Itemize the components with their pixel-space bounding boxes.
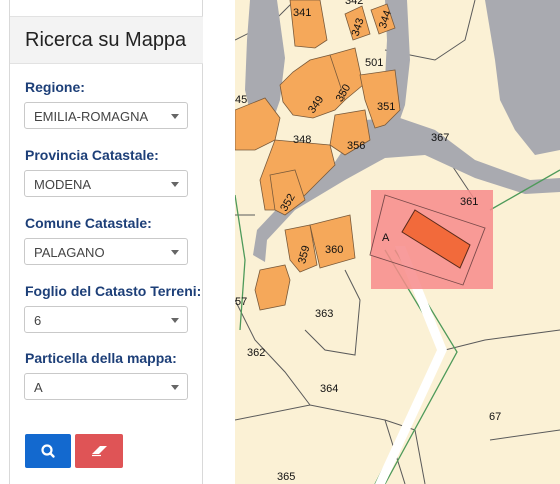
panel-header: Ricerca su Mappa [10,16,203,64]
parcel-67: 67 [489,411,501,423]
parcel-57: 57 [235,296,247,308]
eraser-icon [92,446,107,457]
cadastral-map[interactable]: 341 342 343 344 501 350 349 351 45 348 3… [235,0,560,484]
regione-value: EMILIA-ROMAGNA [34,109,149,124]
parcel-367: 367 [431,132,449,144]
comune-select[interactable]: PALAGANO [24,238,188,265]
search-button[interactable] [25,434,71,468]
foglio-value: 6 [34,313,42,328]
parcel-365: 365 [277,471,295,483]
map-canvas: 341 342 343 344 501 350 349 351 45 348 3… [235,0,560,484]
parcel-501: 501 [365,57,383,69]
provincia-select[interactable]: MODENA [24,170,188,197]
panel-title: Ricerca su Mappa [25,29,187,51]
clear-button[interactable] [75,434,123,468]
regione-label: Regione: [25,79,85,95]
chevron-down-icon [171,114,179,119]
regione-select[interactable]: EMILIA-ROMAGNA [24,102,188,129]
parcel-351: 351 [377,101,395,113]
chevron-down-icon [171,182,179,187]
search-icon [41,444,55,458]
particella-label: Particella della mappa: [25,350,177,366]
particella-select[interactable]: A [24,373,188,400]
search-panel: Ricerca su Mappa Regione: EMILIA-ROMAGNA… [9,0,203,484]
parcel-363: 363 [315,308,333,320]
chevron-down-icon [171,385,179,390]
parcel-364: 364 [320,383,338,395]
parcel-341: 341 [293,7,311,19]
provincia-value: MODENA [34,177,92,192]
parcel-362: 362 [247,347,265,359]
chevron-down-icon [171,318,179,323]
parcel-342: 342 [345,0,363,7]
particella-value: A [34,380,43,395]
parcel-361: 361 [460,196,478,208]
parcel-356: 356 [347,140,365,152]
panel-gutter [203,0,235,484]
chevron-down-icon [171,250,179,255]
parcel-348: 348 [293,134,311,146]
parcel-45: 45 [235,94,247,106]
foglio-select[interactable]: 6 [24,306,188,333]
parcel-360: 360 [325,244,343,256]
provincia-label: Provincia Catastale: [25,147,159,163]
foglio-label: Foglio del Catasto Terreni: [25,283,202,299]
comune-label: Comune Catastale: [25,215,152,231]
comune-value: PALAGANO [34,245,105,260]
parcel-A: A [382,232,390,244]
